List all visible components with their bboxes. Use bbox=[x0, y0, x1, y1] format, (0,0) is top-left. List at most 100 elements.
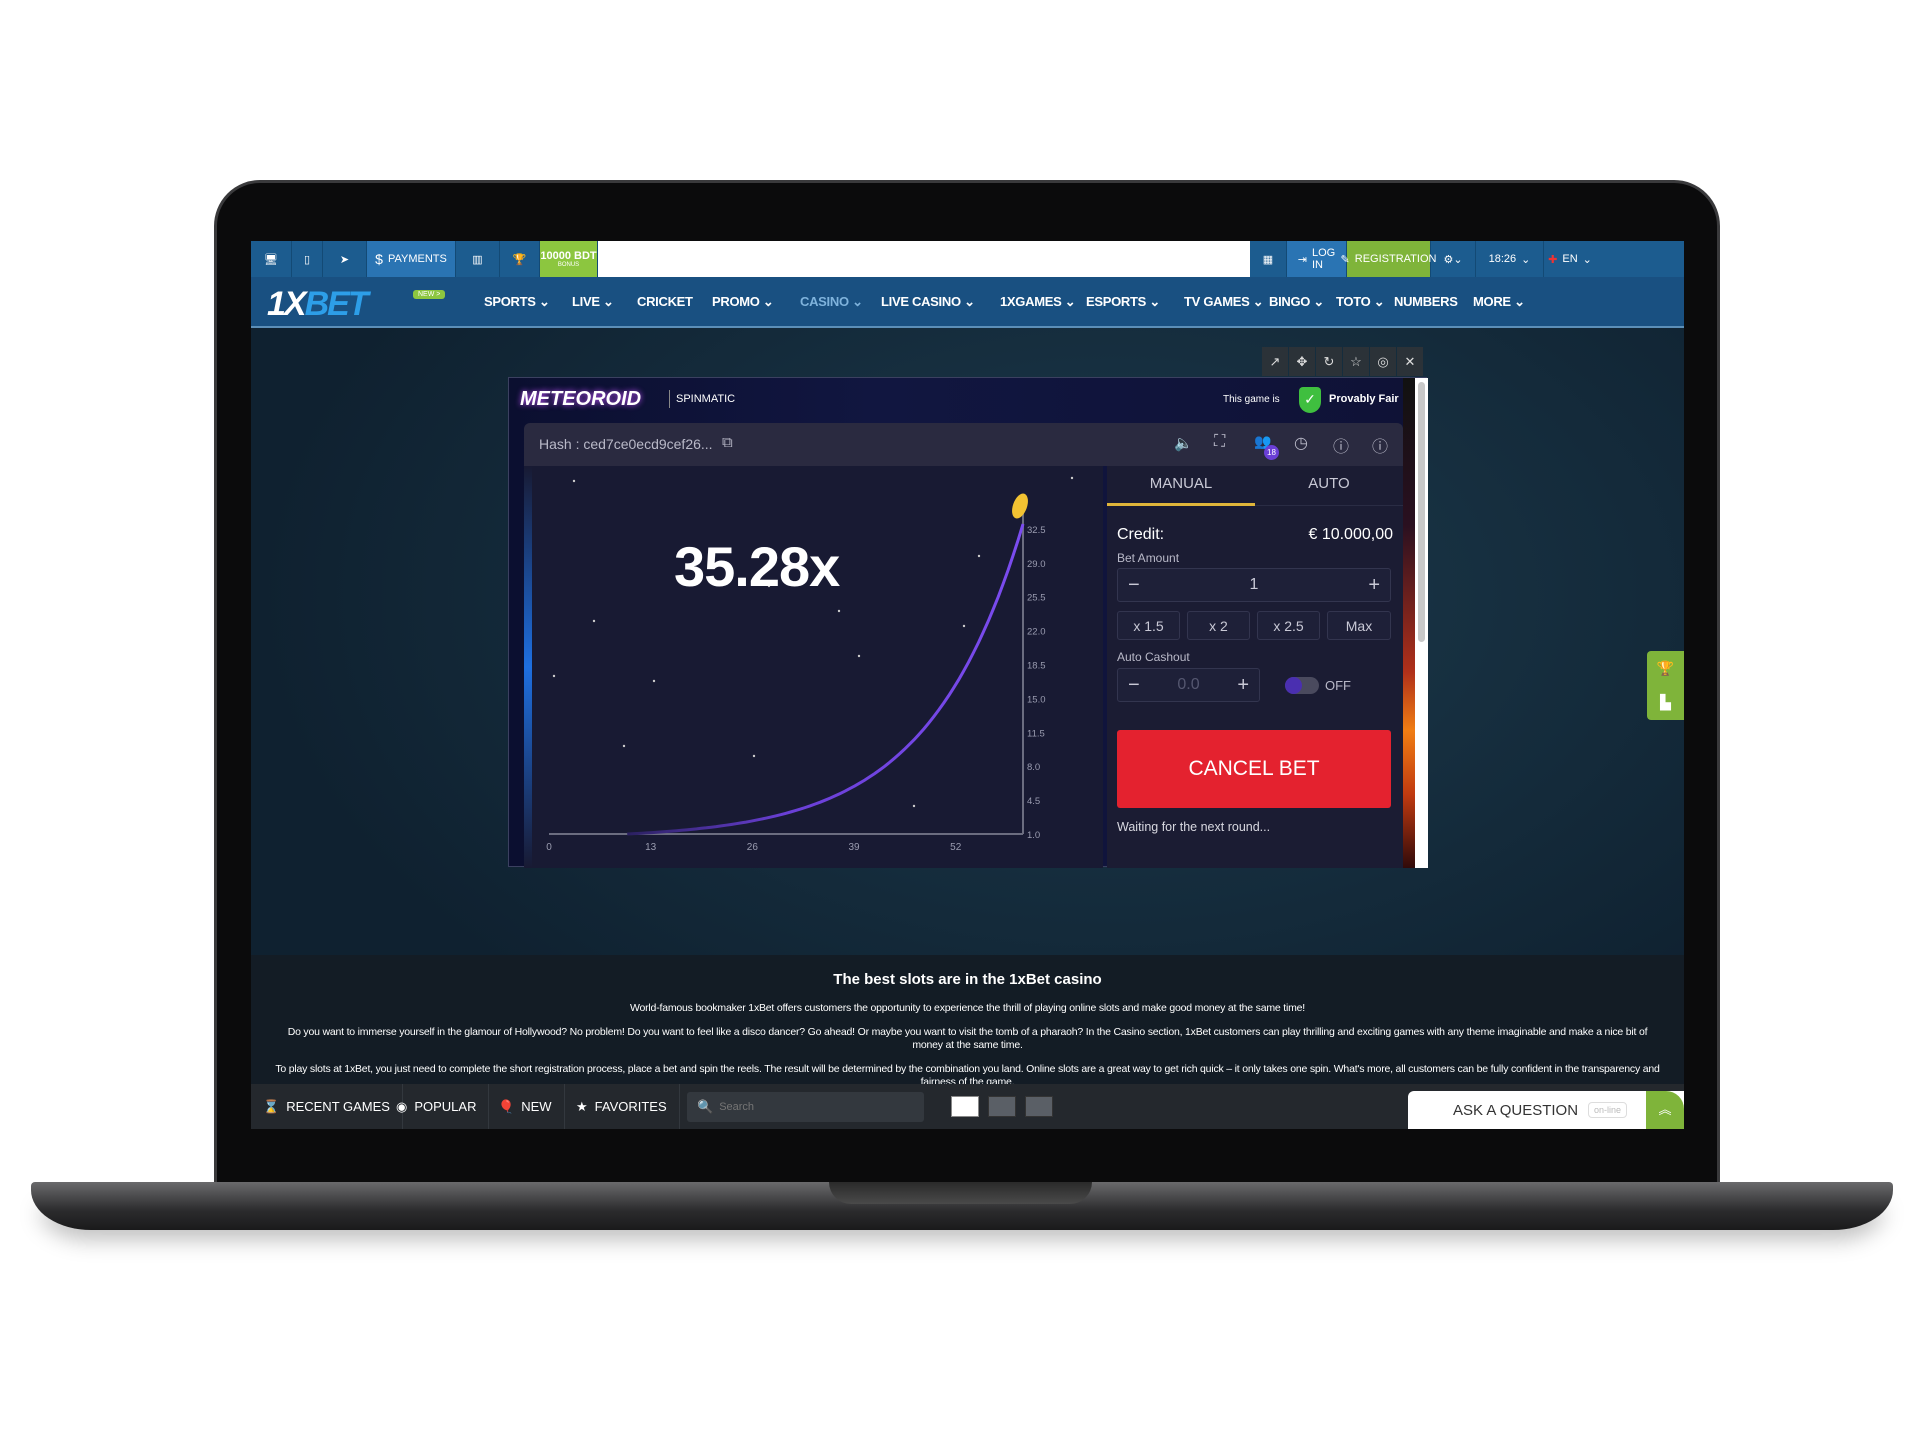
fair-prefix: This game is bbox=[1223, 394, 1280, 405]
payments-button[interactable]: $ PAYMENTS bbox=[367, 241, 456, 277]
view-grid-icon[interactable] bbox=[1025, 1096, 1053, 1117]
reload-icon[interactable]: ↻ bbox=[1316, 347, 1342, 376]
nav-item-esports[interactable]: ESPORTS ⌄ bbox=[1086, 294, 1160, 310]
nav-item-sports[interactable]: SPORTS ⌄ bbox=[484, 294, 550, 310]
x-tick-label: 0 bbox=[546, 842, 552, 853]
bonus-amount: 10000 BDT bbox=[540, 249, 597, 262]
star-dot bbox=[857, 654, 861, 658]
fullscreen-icon[interactable]: ⛶ bbox=[1214, 433, 1225, 451]
quick-bet-x2[interactable]: x 2 bbox=[1187, 611, 1250, 640]
new-badge[interactable]: NEW > bbox=[413, 290, 446, 299]
mobile-icon[interactable]: ▯ bbox=[292, 241, 323, 277]
ask-question-button[interactable]: ASK A QUESTION on-line ︽ bbox=[1408, 1091, 1684, 1129]
search-input[interactable] bbox=[719, 1101, 910, 1113]
cancel-bet-button[interactable]: CANCEL BET bbox=[1117, 730, 1391, 808]
game-logo: METEOROID bbox=[520, 388, 642, 410]
scrollbar[interactable] bbox=[1415, 378, 1428, 868]
plus-icon[interactable]: + bbox=[1368, 574, 1380, 597]
minus-icon[interactable]: − bbox=[1128, 574, 1140, 597]
history-icon[interactable]: ◷ bbox=[1294, 433, 1308, 453]
popular-tab[interactable]: ◉ POPULAR bbox=[384, 1084, 490, 1129]
new-label: NEW bbox=[521, 1099, 552, 1114]
x-tick-label: 26 bbox=[747, 842, 759, 853]
toggle-view-icon[interactable]: ◎ bbox=[1370, 347, 1396, 376]
copy-icon[interactable]: ⧉ bbox=[722, 434, 733, 451]
ask-label: ASK A QUESTION bbox=[1453, 1101, 1579, 1119]
login-icon: ⇥ bbox=[1297, 253, 1307, 266]
bet-amount-input[interactable]: 1 bbox=[1250, 576, 1259, 594]
y-tick-label: 8.0 bbox=[1027, 762, 1040, 773]
nav-item-bingo[interactable]: BINGO ⌄ bbox=[1269, 294, 1324, 310]
auto-cashout-toggle[interactable] bbox=[1285, 677, 1319, 694]
side-widget: 🏆 ▙ bbox=[1647, 651, 1684, 720]
tab-auto[interactable]: AUTO bbox=[1255, 466, 1403, 506]
game-header: METEOROID SPINMATIC This game is ✓ Prova… bbox=[509, 378, 1428, 423]
chart-svg: 0 13 26 39 52 1.0 4.5 8.0 11.5 15.0 18.5 22.0 25.5 29… bbox=[546, 476, 1074, 853]
y-tick-label: 4.5 bbox=[1027, 796, 1040, 807]
time-dropdown[interactable]: 18:26 ⌄ bbox=[1476, 241, 1544, 277]
quick-bet-x2.5[interactable]: x 2.5 bbox=[1257, 611, 1320, 640]
bet-amount-label: Bet Amount bbox=[1117, 551, 1180, 565]
new-tab[interactable]: 🎈 NEW bbox=[486, 1084, 565, 1129]
x-tick-label: 39 bbox=[848, 842, 860, 853]
nav-item-live-casino[interactable]: LIVE CASINO ⌄ bbox=[881, 294, 975, 310]
y-tick-label: 15.0 bbox=[1027, 694, 1046, 705]
qr-code-icon[interactable]: ▦ bbox=[1250, 241, 1287, 277]
nav-item-tv-games[interactable]: TV GAMES ⌄ bbox=[1184, 294, 1264, 310]
login-button[interactable]: ⇥ LOG IN bbox=[1287, 241, 1347, 277]
provider-label: SPINMATIC bbox=[669, 390, 735, 408]
view-double-icon[interactable] bbox=[988, 1096, 1016, 1117]
stats-icon[interactable]: ▥ bbox=[456, 241, 500, 277]
bonus-label: BONUS bbox=[557, 261, 580, 268]
bottom-bar: ⌛ RECENT GAMES ◉ POPULAR 🎈 NEW ★ FAVORITES 🔍… bbox=[251, 1084, 1684, 1129]
telegram-icon[interactable]: ➤ bbox=[323, 241, 367, 277]
nav-item-numbers[interactable]: NUMBERS bbox=[1394, 294, 1458, 309]
sound-icon[interactable]: 🔈 bbox=[1174, 434, 1193, 452]
fullscreen-icon[interactable]: ✥ bbox=[1289, 347, 1315, 376]
nav-item-live[interactable]: LIVE ⌄ bbox=[572, 294, 614, 310]
nav-item-toto[interactable]: TOTO ⌄ bbox=[1336, 294, 1385, 310]
desktop-icon[interactable]: 🖥 bbox=[251, 241, 292, 277]
edit-icon: ✎ bbox=[1340, 253, 1350, 266]
provably-fair-label[interactable]: Provably Fair bbox=[1329, 393, 1399, 405]
payments-label: PAYMENTS bbox=[387, 253, 447, 265]
paragraph: World-famous bookmaker 1xBet offers cust… bbox=[629, 1002, 1306, 1014]
podium-icon[interactable]: ▙ bbox=[1647, 685, 1684, 719]
hash-value: Hash : ced7ce0ecd9cef26... bbox=[539, 436, 713, 452]
recent-games-tab[interactable]: ⌛ RECENT GAMES bbox=[251, 1084, 403, 1129]
nav-item-cricket[interactable]: CRICKET bbox=[637, 294, 693, 309]
bonus-button[interactable]: 10000 BDT BONUS bbox=[540, 241, 598, 277]
uk-flag-icon: ✚ bbox=[1548, 253, 1558, 266]
help-icon[interactable]: ⓘ bbox=[1333, 433, 1349, 457]
star-dot bbox=[652, 679, 656, 683]
logo[interactable]: 1XBET bbox=[267, 285, 369, 324]
minus-icon[interactable]: − bbox=[1128, 674, 1140, 697]
tab-manual[interactable]: MANUAL bbox=[1107, 466, 1255, 506]
quick-bet-max[interactable]: Max bbox=[1327, 611, 1391, 640]
language-dropdown[interactable]: ✚ EN ⌄ bbox=[1544, 241, 1596, 277]
nav-item-promo[interactable]: PROMO ⌄ bbox=[712, 294, 774, 310]
auto-cashout-input[interactable]: 0.0 bbox=[1177, 676, 1199, 694]
quick-bet-x1.5[interactable]: x 1.5 bbox=[1117, 611, 1180, 640]
star-dot bbox=[752, 754, 756, 758]
external-link-icon[interactable]: ↗ bbox=[1262, 347, 1288, 376]
nav-item-more[interactable]: MORE ⌄ bbox=[1473, 294, 1525, 310]
online-badge: on-line bbox=[1588, 1102, 1628, 1118]
registration-button[interactable]: ✎ REGISTRATION bbox=[1341, 241, 1436, 277]
chevron-up-icon[interactable]: ︽ bbox=[1646, 1091, 1684, 1129]
star-dot bbox=[977, 554, 981, 558]
trophy-icon[interactable]: 🏆 bbox=[500, 241, 540, 277]
settings-button[interactable]: ⚙⌄ bbox=[1431, 241, 1476, 277]
paragraph: Do you want to immerse yourself in the g… bbox=[287, 1026, 1648, 1051]
plus-icon[interactable]: + bbox=[1237, 674, 1249, 697]
view-single-icon[interactable] bbox=[951, 1096, 979, 1117]
nav-item-casino[interactable]: CASINO ⌄ bbox=[800, 294, 863, 310]
nav-item-1xgames[interactable]: 1XGAMES ⌄ bbox=[1000, 294, 1076, 310]
star-dot bbox=[912, 804, 916, 808]
trophy-icon[interactable]: 🏆 bbox=[1647, 651, 1684, 685]
gear-icon: ⚙⌄ bbox=[1443, 253, 1463, 266]
info-icon[interactable]: ⓘ bbox=[1372, 433, 1388, 457]
close-icon[interactable]: ✕ bbox=[1397, 347, 1423, 376]
star-icon[interactable]: ☆ bbox=[1343, 347, 1369, 376]
favorites-tab[interactable]: ★ FAVORITES bbox=[564, 1084, 680, 1129]
